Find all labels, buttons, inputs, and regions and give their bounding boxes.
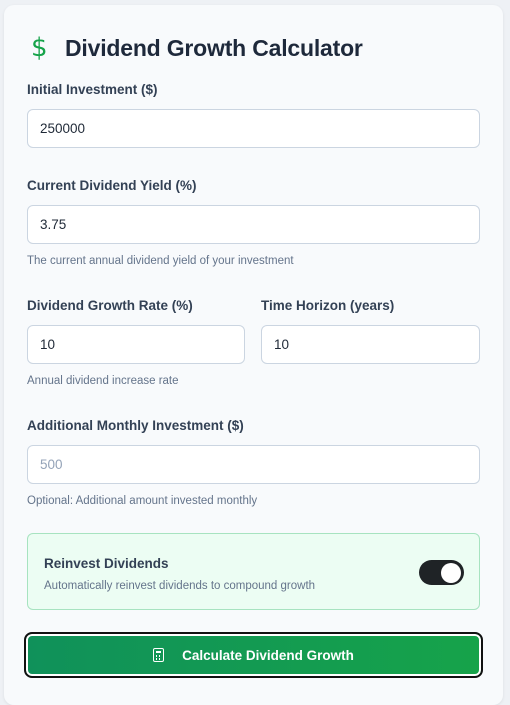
growth-rate-label: Dividend Growth Rate (%) [27, 298, 193, 313]
monthly-investment-label: Additional Monthly Investment ($) [27, 418, 244, 433]
page-title: Dividend Growth Calculator [65, 34, 363, 61]
monthly-investment-input[interactable]: 500 [27, 445, 480, 484]
header: $ Dividend Growth Calculator [31, 32, 363, 64]
calculate-button[interactable]: Calculate Dividend Growth [24, 632, 483, 678]
monthly-investment-hint: Optional: Additional amount invested mon… [27, 495, 258, 507]
reinvest-description: Automatically reinvest dividends to comp… [44, 580, 316, 592]
dividend-yield-input[interactable]: 3.75 [27, 205, 480, 244]
reinvest-toggle[interactable] [419, 560, 464, 585]
time-horizon-input[interactable]: 10 [261, 325, 480, 364]
dividend-yield-hint: The current annual dividend yield of you… [27, 255, 294, 267]
initial-investment-label: Initial Investment ($) [27, 82, 158, 97]
calculate-button-label: Calculate Dividend Growth [182, 647, 354, 663]
initial-investment-input[interactable]: 250000 [27, 109, 480, 148]
calculator-icon [153, 648, 165, 662]
time-horizon-label: Time Horizon (years) [261, 298, 395, 313]
reinvest-title: Reinvest Dividends [44, 556, 169, 571]
growth-rate-input[interactable]: 10 [27, 325, 245, 364]
reinvest-dividends-panel: Reinvest Dividends Automatically reinves… [27, 533, 480, 610]
growth-rate-hint: Annual dividend increase rate [27, 375, 179, 387]
dollar-sign-icon: $ [31, 33, 48, 63]
dividend-yield-label: Current Dividend Yield (%) [27, 178, 197, 193]
toggle-knob [441, 562, 461, 583]
